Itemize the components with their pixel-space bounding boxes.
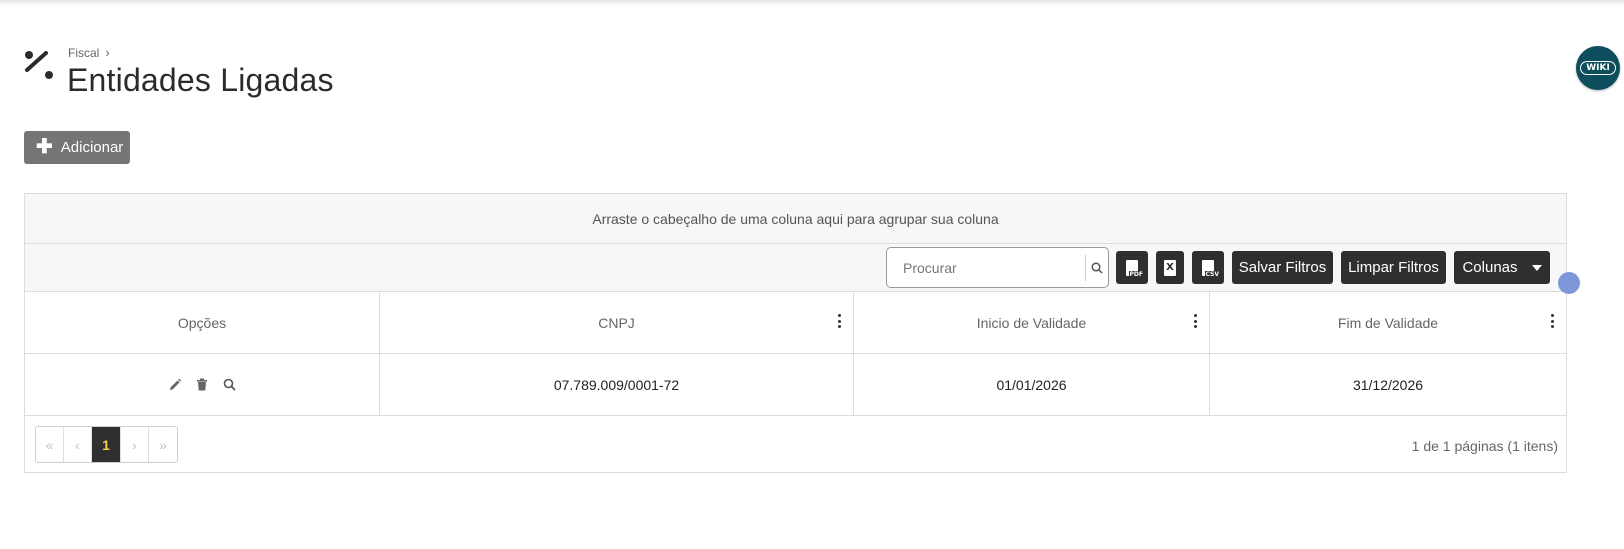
pager-row: « ‹ 1 › » 1 de 1 páginas (1 itens)	[25, 416, 1566, 474]
column-header-label: Opções	[177, 314, 227, 331]
grid-toolbar: Procurar PDF X CSV Salvar Filtros Limpar…	[25, 244, 1566, 292]
columns-label: Colunas	[1462, 259, 1518, 276]
csv-file-icon: CSV	[1202, 259, 1220, 278]
excel-tag: X	[1166, 261, 1174, 273]
search-placeholder: Procurar	[903, 259, 957, 276]
column-menu-icon[interactable]	[1193, 314, 1197, 328]
column-header-label: CNPJ	[598, 314, 635, 331]
wiki-button[interactable]: WIKI	[1576, 46, 1620, 90]
inicio-validade-cell: 01/01/2026	[854, 354, 1210, 415]
first-page-button[interactable]: «	[36, 427, 64, 462]
top-shadow	[0, 0, 1624, 6]
column-header-label: Inicio de Validade	[976, 314, 1087, 331]
accessibility-bubble-icon[interactable]	[1558, 272, 1580, 294]
trash-icon[interactable]	[195, 377, 210, 392]
column-header-options[interactable]: Opções	[25, 292, 380, 353]
search-input[interactable]: Procurar	[886, 247, 1109, 288]
table-header: Opções CNPJ Inicio de Validade Fim de Va…	[25, 292, 1566, 354]
wiki-label: WIKI	[1580, 61, 1616, 75]
table-row: 07.789.009/0001-72 01/01/2026 31/12/2026	[25, 354, 1566, 416]
group-panel[interactable]: Arraste o cabeçalho de uma coluna aqui p…	[25, 194, 1566, 244]
column-header-inicio-validade[interactable]: Inicio de Validade	[854, 292, 1210, 353]
breadcrumb: Fiscal ›	[68, 45, 110, 60]
pager-info: 1 de 1 páginas (1 itens)	[1411, 438, 1558, 454]
export-excel-button[interactable]: X	[1156, 251, 1184, 284]
column-menu-icon[interactable]	[1550, 314, 1554, 328]
pdf-tag: PDF	[1128, 270, 1144, 278]
group-hint: Arraste o cabeçalho de uma coluna aqui p…	[592, 210, 999, 227]
add-button[interactable]: ✚ Adicionar	[24, 131, 130, 164]
excel-file-icon: X	[1164, 259, 1176, 276]
page-1-button[interactable]: 1	[92, 427, 121, 462]
last-page-button[interactable]: »	[149, 427, 177, 462]
pagination: « ‹ 1 › »	[35, 426, 178, 463]
prev-page-button[interactable]: ‹	[64, 427, 92, 462]
column-header-fim-validade[interactable]: Fim de Validade	[1210, 292, 1566, 353]
cnpj-cell: 07.789.009/0001-72	[380, 354, 854, 415]
add-button-label: Adicionar	[60, 139, 124, 156]
clear-filters-button[interactable]: Limpar Filtros	[1341, 251, 1446, 284]
edit-icon[interactable]	[168, 377, 183, 392]
data-grid: Arraste o cabeçalho de uma coluna aqui p…	[24, 193, 1567, 473]
pdf-file-icon: PDF	[1126, 259, 1144, 278]
column-header-cnpj[interactable]: CNPJ	[380, 292, 854, 353]
plus-icon: ✚	[36, 135, 53, 158]
fim-validade-cell: 31/12/2026	[1352, 376, 1424, 393]
view-search-icon[interactable]	[222, 377, 237, 392]
column-header-label: Fim de Validade	[1337, 314, 1439, 331]
options-cell	[25, 354, 380, 415]
column-menu-icon[interactable]	[837, 314, 841, 328]
next-page-button[interactable]: ›	[121, 427, 149, 462]
page-title: Entidades Ligadas	[67, 62, 334, 98]
chevron-right-icon: ›	[105, 45, 110, 60]
caret-down-icon	[1531, 264, 1542, 271]
csv-tag: CSV	[1204, 270, 1220, 278]
save-filters-button[interactable]: Salvar Filtros	[1232, 251, 1333, 284]
export-csv-button[interactable]: CSV	[1192, 251, 1224, 284]
columns-button[interactable]: Colunas	[1454, 251, 1550, 284]
export-pdf-button[interactable]: PDF	[1116, 251, 1148, 284]
percent-icon	[25, 51, 53, 79]
search-icon[interactable]	[1086, 261, 1108, 274]
breadcrumb-fiscal[interactable]: Fiscal	[68, 46, 99, 60]
